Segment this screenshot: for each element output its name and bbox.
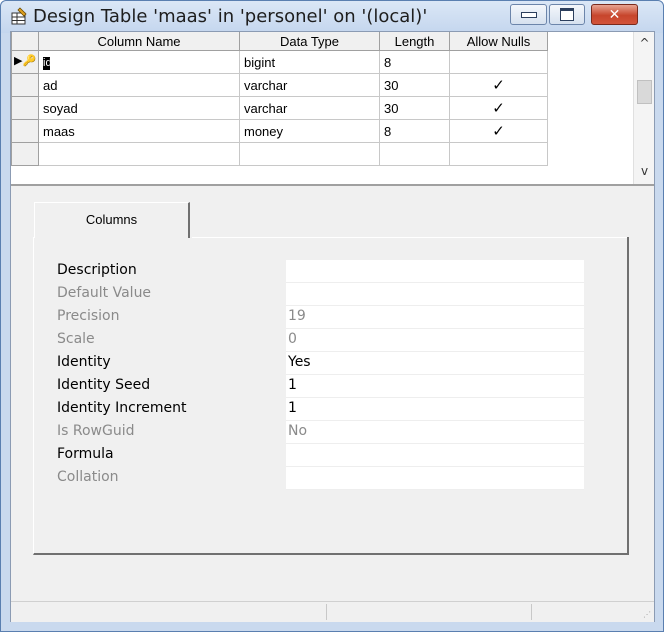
window-title: Design Table 'maas' in 'personel' on '(l…	[33, 6, 428, 27]
maximize-icon	[560, 8, 574, 21]
row-selector-current[interactable]: ▶🔑	[11, 50, 39, 74]
cell-data-type[interactable]: bigint	[239, 50, 380, 74]
cell-column-name[interactable]	[38, 142, 240, 166]
table-row[interactable]: ad varchar 30 ✓	[11, 73, 548, 97]
property-value-field[interactable]: 1	[286, 398, 584, 421]
column-header-type[interactable]: Data Type	[239, 32, 380, 51]
grid-header-row: Column Name Data Type Length Allow Nulls	[11, 32, 548, 51]
property-value-field: 19	[286, 306, 584, 329]
tab-columns[interactable]: Columns	[34, 202, 190, 238]
cell-length[interactable]: 30	[379, 96, 450, 120]
cell-data-type[interactable]: money	[239, 119, 380, 143]
primary-key-icon: ▶🔑	[14, 55, 37, 67]
property-value-field: No	[286, 421, 584, 444]
property-identity-seed[interactable]: Identity Seed 1	[57, 375, 585, 398]
column-grid: Column Name Data Type Length Allow Nulls…	[11, 32, 654, 186]
property-formula[interactable]: Formula	[57, 444, 585, 467]
row-selector-header	[11, 32, 39, 51]
cell-column-name[interactable]: id	[38, 50, 240, 74]
title-bar[interactable]: Design Table 'maas' in 'personel' on '(l…	[1, 1, 663, 33]
property-label: Identity Seed	[57, 377, 151, 393]
minimize-button[interactable]	[510, 4, 547, 25]
client-area: Column Name Data Type Length Allow Nulls…	[10, 31, 655, 622]
property-label: Identity	[57, 354, 111, 370]
property-value-field	[286, 467, 584, 490]
cell-length[interactable]	[379, 142, 450, 166]
cell-data-type[interactable]	[239, 142, 380, 166]
cell-column-name[interactable]: ad	[38, 73, 240, 97]
property-value-field: 0	[286, 329, 584, 352]
property-label: Formula	[57, 446, 114, 462]
property-label: Is RowGuid	[57, 423, 135, 439]
column-properties-panel: Description Default Value Precision 19 S…	[33, 237, 629, 555]
property-label: Identity Increment	[57, 400, 187, 416]
property-value-field[interactable]	[286, 260, 584, 283]
property-default-value: Default Value	[57, 283, 585, 306]
property-value: Yes	[288, 354, 311, 370]
table-row[interactable]: ▶🔑 id bigint 8	[11, 50, 548, 74]
property-value: 0	[288, 331, 297, 347]
status-bar: ⋰	[11, 601, 654, 622]
column-header-length[interactable]: Length	[379, 32, 450, 51]
cell-data-type[interactable]: varchar	[239, 73, 380, 97]
resize-grip-icon[interactable]: ⋰	[643, 610, 651, 619]
scroll-down-icon[interactable]: v	[634, 164, 654, 178]
property-is-rowguid: Is RowGuid No	[57, 421, 585, 444]
table-row[interactable]: maas money 8 ✓	[11, 119, 548, 143]
table-design-icon	[11, 7, 27, 25]
property-collation: Collation	[57, 467, 585, 490]
column-header-allow-nulls[interactable]: Allow Nulls	[449, 32, 548, 51]
cell-data-type[interactable]: varchar	[239, 96, 380, 120]
cell-length[interactable]: 30	[379, 73, 450, 97]
property-value-field[interactable]: 1	[286, 375, 584, 398]
property-value: 19	[288, 308, 306, 324]
property-value: No	[288, 423, 308, 439]
cell-allow-nulls[interactable]: ✓	[449, 96, 548, 120]
property-identity-increment[interactable]: Identity Increment 1	[57, 398, 585, 421]
property-scale: Scale 0	[57, 329, 585, 352]
cell-length[interactable]: 8	[379, 50, 450, 74]
row-selector[interactable]	[11, 73, 39, 97]
property-value-field[interactable]	[286, 444, 584, 467]
cell-allow-nulls[interactable]	[449, 142, 548, 166]
table-row[interactable]: soyad varchar 30 ✓	[11, 96, 548, 120]
design-table-window: Design Table 'maas' in 'personel' on '(l…	[0, 0, 664, 632]
property-value-field	[286, 283, 584, 306]
property-label: Scale	[57, 331, 95, 347]
scroll-up-icon[interactable]: ^	[634, 36, 654, 50]
property-description[interactable]: Description	[57, 260, 585, 283]
property-label: Collation	[57, 469, 119, 485]
cell-allow-nulls[interactable]: ✓	[449, 119, 548, 143]
table-row-empty[interactable]	[11, 142, 548, 166]
row-selector[interactable]	[11, 142, 39, 166]
grid-vertical-scrollbar[interactable]: ^ v	[633, 32, 654, 184]
property-label: Precision	[57, 308, 120, 324]
cell-allow-nulls[interactable]: ✓	[449, 73, 548, 97]
cell-column-name[interactable]: maas	[38, 119, 240, 143]
property-identity[interactable]: Identity Yes	[57, 352, 585, 375]
close-icon: ✕	[608, 6, 621, 23]
column-table: Column Name Data Type Length Allow Nulls…	[11, 32, 548, 166]
cell-length[interactable]: 8	[379, 119, 450, 143]
cell-allow-nulls[interactable]	[449, 50, 548, 74]
tab-columns-label: Columns	[85, 212, 138, 227]
property-label: Description	[57, 262, 137, 278]
property-label: Default Value	[57, 285, 152, 301]
column-header-name[interactable]: Column Name	[38, 32, 240, 51]
maximize-button[interactable]	[549, 4, 585, 25]
cell-column-name[interactable]: soyad	[38, 96, 240, 120]
property-value: 1	[288, 377, 297, 393]
row-selector[interactable]	[11, 96, 39, 120]
property-value-field[interactable]: Yes	[286, 352, 584, 375]
scroll-thumb[interactable]	[637, 80, 652, 104]
row-selector[interactable]	[11, 119, 39, 143]
cell-text-cursor: id	[43, 56, 52, 70]
property-precision: Precision 19	[57, 306, 585, 329]
status-divider	[531, 604, 532, 620]
status-divider	[326, 604, 327, 620]
property-value: 1	[288, 400, 297, 416]
close-button[interactable]: ✕	[591, 4, 638, 25]
minimize-icon	[520, 11, 537, 18]
